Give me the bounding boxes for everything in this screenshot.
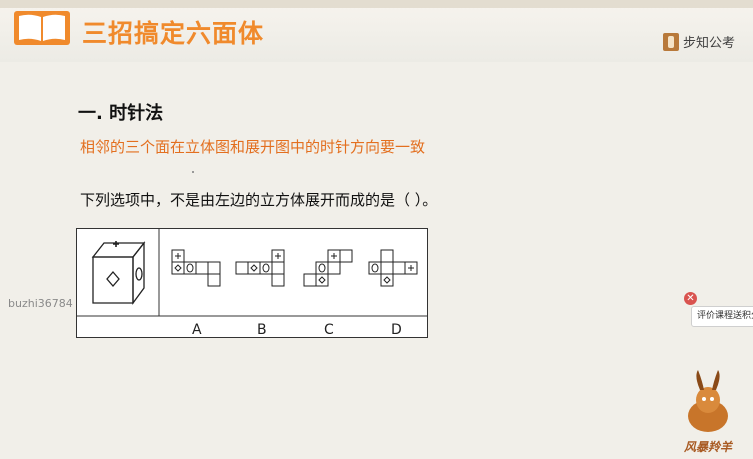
net-option-a bbox=[171, 249, 221, 287]
rate-course-button[interactable]: 评价课程送积分 bbox=[691, 306, 753, 327]
option-b-label: B bbox=[257, 322, 267, 338]
header-bar: 三招搞定六面体 步知公考 bbox=[0, 0, 753, 62]
cube-figure bbox=[76, 228, 428, 338]
net-option-c bbox=[303, 249, 353, 287]
net-option-d bbox=[368, 249, 418, 287]
brand-name: 步知公考 bbox=[682, 36, 735, 51]
cube-figure-drawing bbox=[76, 228, 428, 338]
watermark: buzhi36784 bbox=[8, 297, 73, 310]
header-strip bbox=[0, 0, 753, 8]
question-text: 下列选项中，不是由左边的立方体展开而成的是（ ）。 bbox=[80, 191, 438, 209]
option-a-label: A bbox=[192, 322, 202, 338]
antelope-mascot-icon bbox=[688, 370, 728, 432]
brand-icon bbox=[662, 32, 679, 51]
option-d-label: D bbox=[391, 322, 402, 338]
stray-dot bbox=[192, 171, 194, 173]
page-title: 三招搞定六面体 bbox=[82, 19, 265, 48]
section-subheading: 相邻的三个面在立体图和展开图中的时针方向要一致 bbox=[80, 138, 426, 156]
close-icon[interactable]: ✕ bbox=[684, 292, 697, 305]
section-heading: 一. 时针法 bbox=[78, 103, 164, 124]
net-option-b bbox=[235, 249, 285, 287]
option-c-label: C bbox=[324, 322, 334, 338]
cube-3d bbox=[91, 241, 146, 305]
mascot-label: 风暴羚羊 bbox=[684, 440, 733, 454]
brand-logo: 步知公考 bbox=[662, 32, 735, 51]
open-book-icon bbox=[14, 11, 70, 45]
